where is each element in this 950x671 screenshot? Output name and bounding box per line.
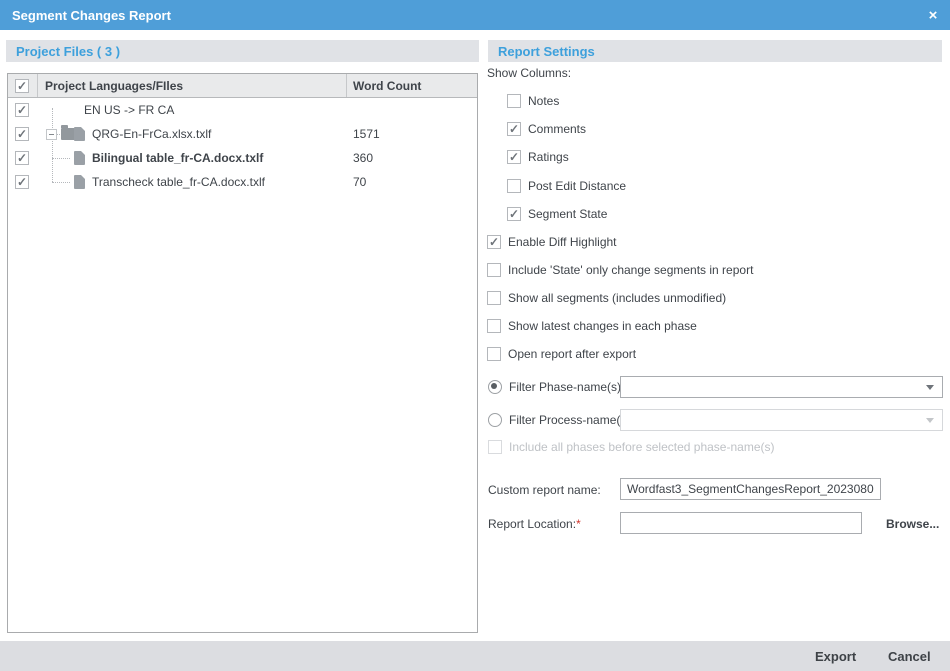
row-checkbox[interactable]: ✓	[15, 103, 29, 117]
chevron-down-icon	[926, 418, 934, 423]
file-icon	[74, 175, 85, 189]
checkbox-item-show-latest-changes[interactable]: Show latest changes in each phase	[487, 319, 697, 333]
checkbox[interactable]: ✓	[507, 207, 521, 221]
checkbox[interactable]	[487, 263, 501, 277]
close-icon[interactable]: ×	[920, 0, 946, 30]
column-separator	[346, 74, 347, 97]
phase-names-dropdown[interactable]	[620, 376, 943, 398]
row-checkbox[interactable]: ✓	[15, 175, 29, 189]
report-location-label: Report Location:*	[488, 517, 581, 531]
word-count-value: 1571	[353, 122, 380, 146]
column-separator	[37, 74, 38, 97]
table-header-row: ✓ Project Languages/FIles Word Count	[8, 74, 477, 98]
table-row-language[interactable]: ✓ EN US -> FR CA	[8, 98, 477, 122]
cancel-button[interactable]: Cancel	[888, 641, 931, 671]
dialog-footer: Export Cancel	[0, 641, 950, 671]
segment-changes-report-dialog: Segment Changes Report × Project Files (…	[0, 0, 950, 671]
radio-filter-phase-names[interactable]: Filter Phase-name(s):	[488, 380, 624, 394]
custom-report-name-input[interactable]	[620, 478, 881, 500]
file-icon	[74, 127, 85, 141]
project-files-section-header: Project Files ( 3 )	[6, 40, 479, 62]
file-name-label: Transcheck table_fr-CA.docx.txlf	[92, 170, 265, 194]
show-columns-label: Show Columns:	[487, 66, 571, 80]
radio-button[interactable]	[488, 380, 502, 394]
chevron-down-icon	[926, 385, 934, 390]
checkbox-label: Show latest changes in each phase	[508, 319, 697, 333]
file-icon	[74, 151, 85, 165]
checkbox-label: Enable Diff Highlight	[508, 235, 617, 249]
checkbox-item-open-report-after-export[interactable]: Open report after export	[487, 347, 636, 361]
radio-button[interactable]	[488, 413, 502, 427]
checkbox[interactable]	[507, 94, 521, 108]
report-settings-section-header: Report Settings	[488, 40, 942, 62]
checkbox-label: Post Edit Distance	[528, 179, 626, 193]
dialog-titlebar: Segment Changes Report	[0, 0, 950, 30]
radio-label: Filter Process-name(s):	[509, 413, 634, 427]
report-location-text: Report Location:	[488, 517, 576, 531]
checkbox-item-segment-state[interactable]: ✓ Segment State	[507, 207, 607, 221]
checkbox-label: Open report after export	[508, 347, 636, 361]
checkbox-item-comments[interactable]: ✓ Comments	[507, 122, 586, 136]
report-location-input[interactable]	[620, 512, 862, 534]
file-name-label: QRG-En-FrCa.xlsx.txlf	[92, 122, 211, 146]
checkbox[interactable]	[487, 291, 501, 305]
process-names-dropdown	[620, 409, 943, 431]
custom-report-name-label: Custom report name:	[488, 483, 601, 497]
browse-button[interactable]: Browse...	[886, 517, 939, 531]
checkbox	[488, 440, 502, 454]
column-header-files: Project Languages/FIles	[45, 74, 183, 98]
checkbox-label: Ratings	[528, 150, 569, 164]
column-header-word-count: Word Count	[353, 74, 421, 98]
language-pair-label: EN US -> FR CA	[84, 98, 174, 122]
checkbox-item-notes[interactable]: Notes	[507, 94, 559, 108]
checkbox-label: Notes	[528, 94, 559, 108]
checkbox-label: Show all segments (includes unmodified)	[508, 291, 726, 305]
row-checkbox[interactable]: ✓	[15, 151, 29, 165]
checkbox-label: Include 'State' only change segments in …	[508, 263, 753, 277]
export-button[interactable]: Export	[815, 641, 856, 671]
checkbox-item-show-all-segments[interactable]: Show all segments (includes unmodified)	[487, 291, 726, 305]
project-files-table: ✓ Project Languages/FIles Word Count ✓ E…	[7, 73, 478, 633]
select-all-checkbox[interactable]: ✓	[15, 79, 29, 93]
word-count-value: 360	[353, 146, 373, 170]
checkbox[interactable]	[507, 179, 521, 193]
checkbox[interactable]: ✓	[487, 235, 501, 249]
required-asterisk: *	[576, 517, 581, 531]
checkbox-label: Segment State	[528, 207, 607, 221]
checkbox[interactable]: ✓	[507, 150, 521, 164]
radio-label: Filter Phase-name(s):	[509, 380, 624, 394]
checkbox-item-include-all-phases: Include all phases before selected phase…	[488, 440, 775, 454]
file-name-label: Bilingual table_fr-CA.docx.txlf	[92, 146, 263, 170]
checkbox[interactable]	[487, 319, 501, 333]
radio-filter-process-names[interactable]: Filter Process-name(s):	[488, 413, 634, 427]
project-files-title: Project Files ( 3 )	[16, 44, 120, 59]
checkbox-item-post-edit-distance[interactable]: Post Edit Distance	[507, 179, 626, 193]
checkbox-item-enable-diff-highlight[interactable]: ✓ Enable Diff Highlight	[487, 235, 617, 249]
checkbox-label: Comments	[528, 122, 586, 136]
checkbox-label: Include all phases before selected phase…	[509, 440, 775, 454]
checkbox-item-include-state-only[interactable]: Include 'State' only change segments in …	[487, 263, 753, 277]
word-count-value: 70	[353, 170, 366, 194]
dialog-title: Segment Changes Report	[12, 8, 171, 23]
row-checkbox[interactable]: ✓	[15, 127, 29, 141]
report-settings-title: Report Settings	[498, 44, 595, 59]
checkbox-item-ratings[interactable]: ✓ Ratings	[507, 150, 569, 164]
checkbox[interactable]: ✓	[507, 122, 521, 136]
checkbox[interactable]	[487, 347, 501, 361]
